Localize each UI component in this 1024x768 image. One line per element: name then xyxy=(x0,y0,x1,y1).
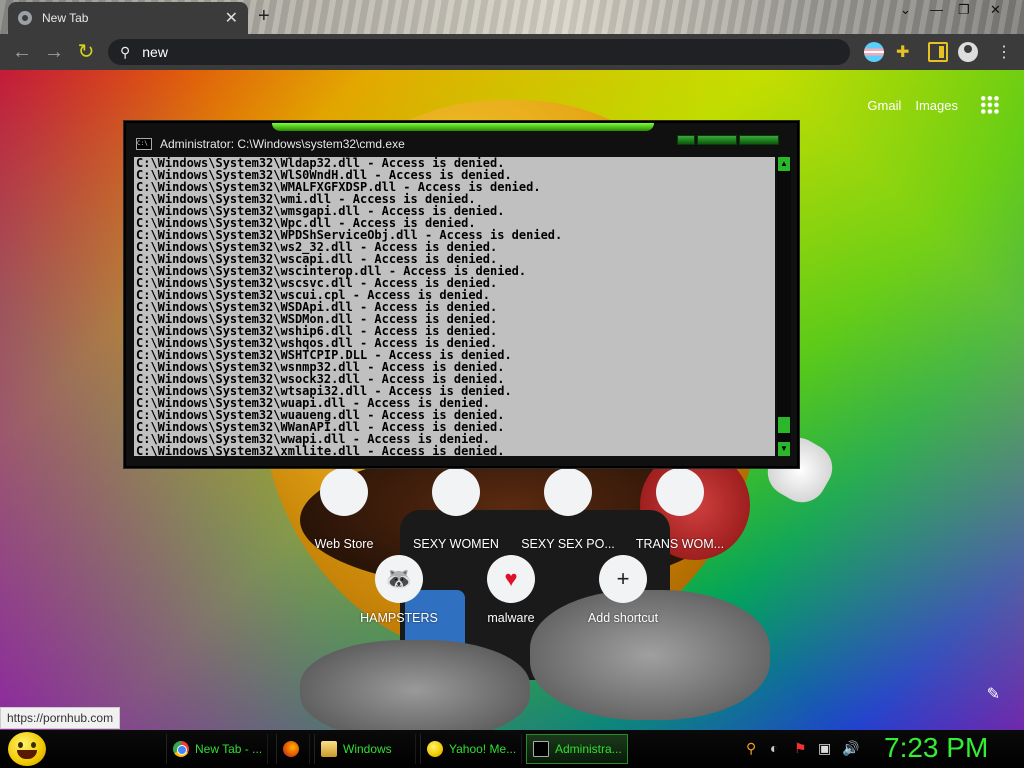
taskbar: New Tab - ... Windows Yahoo! Me... Admin… xyxy=(0,730,1024,768)
cmd-icon xyxy=(533,741,549,757)
shortcut-sexy-women[interactable]: SEXY WOMEN xyxy=(400,468,512,551)
volume-icon[interactable]: 🔊 xyxy=(842,740,859,758)
web-store-icon xyxy=(320,468,368,516)
shortcut-label: SEXY WOMEN xyxy=(413,537,499,551)
site-favicon-icon xyxy=(432,468,480,516)
reload-button[interactable]: ↻ xyxy=(70,36,102,68)
scroll-down-icon[interactable]: ▼ xyxy=(778,442,790,456)
shortcut-label: SEXY SEX PO... xyxy=(521,537,615,551)
cmd-close-button[interactable] xyxy=(739,135,779,145)
task-label: Yahoo! Me... xyxy=(449,742,517,756)
task-new-tab[interactable]: New Tab - ... xyxy=(166,734,268,764)
task-label: Windows xyxy=(343,742,392,756)
tab-close-icon[interactable]: ✕ xyxy=(225,8,238,28)
cmd-window-controls xyxy=(675,135,779,145)
shortcut-web-store[interactable]: Web Store xyxy=(288,468,400,551)
site-favicon-icon xyxy=(656,468,704,516)
apps-grid-icon[interactable] xyxy=(980,95,1000,115)
search-icon[interactable]: ⚲ xyxy=(746,740,756,758)
tab-strip: New Tab ✕ + ⌄ — ❐ ✕ xyxy=(0,0,1024,34)
close-window-button[interactable]: ✕ xyxy=(990,2,1001,20)
restore-button[interactable]: ❐ xyxy=(958,2,970,20)
cmd-icon: C:\ xyxy=(136,138,152,150)
scroll-up-icon[interactable]: ▲ xyxy=(778,157,790,171)
shortcut-label: malware xyxy=(487,611,535,625)
browser-toolbar: ← → ↻ ⚲ new ✚ ⋮ xyxy=(0,34,1024,70)
top-links: Gmail Images xyxy=(867,95,1024,115)
plus-icon: + xyxy=(599,555,647,603)
taskbar-clock[interactable]: 7:23 PM xyxy=(884,732,988,764)
cmd-scrollbar[interactable]: ▲ ▼ xyxy=(777,157,791,456)
scroll-thumb[interactable] xyxy=(778,417,790,433)
site-favicon-icon xyxy=(544,468,592,516)
search-icon: ⚲ xyxy=(120,43,131,60)
extensions-puzzle-icon[interactable]: ✚ xyxy=(896,42,916,62)
gmail-link[interactable]: Gmail xyxy=(867,98,901,113)
task-firefox[interactable] xyxy=(276,734,310,764)
shortcut-label: HAMPSTERS xyxy=(360,611,438,625)
task-cmd[interactable]: Administra... xyxy=(526,734,628,764)
cmd-titlebar[interactable]: C:\ Administrator: C:\Windows\system32\c… xyxy=(126,131,797,157)
address-bar[interactable]: ⚲ new xyxy=(108,39,850,65)
yahoo-messenger-icon xyxy=(427,741,443,757)
back-button[interactable]: ← xyxy=(6,36,38,68)
task-label: Administra... xyxy=(555,742,622,756)
images-link[interactable]: Images xyxy=(915,98,958,113)
new-tab-button[interactable]: + xyxy=(258,5,270,28)
link-status-bubble: https://pornhub.com xyxy=(0,707,121,729)
chrome-icon xyxy=(173,741,189,757)
customize-pencil-icon[interactable]: ✎ xyxy=(987,684,1000,704)
side-panel-icon[interactable] xyxy=(928,42,948,62)
shortcut-label: Web Store xyxy=(314,537,374,551)
shortcut-malware[interactable]: ♥ malware xyxy=(455,555,567,625)
network-icon[interactable]: ▣ xyxy=(818,740,831,758)
cmd-maximize-button[interactable] xyxy=(697,135,737,145)
task-yahoo-messenger[interactable]: Yahoo! Me... xyxy=(420,734,522,764)
browser-menu-icon[interactable]: ⋮ xyxy=(994,42,1014,62)
start-button-smiley-icon[interactable] xyxy=(8,732,46,766)
tab-title: New Tab xyxy=(42,11,89,25)
task-windows-folder[interactable]: Windows xyxy=(314,734,416,764)
cmd-output-lines: C:\Windows\System32\Wldap32.dll - Access… xyxy=(134,157,775,456)
messenger-icon[interactable]: ◐ xyxy=(770,740,778,758)
firefox-icon xyxy=(283,741,299,757)
shortcut-label: TRANS WOM... xyxy=(635,537,725,551)
mascot-shoe-left xyxy=(300,640,530,730)
address-bar-value: new xyxy=(142,44,168,60)
minimize-button[interactable]: — xyxy=(930,2,943,20)
folder-icon xyxy=(321,741,337,757)
chrome-favicon-icon xyxy=(18,11,32,25)
shortcut-trans-wom[interactable]: TRANS WOM... xyxy=(624,468,736,551)
shortcut-sexy-sex-po[interactable]: SEXY SEX PO... xyxy=(512,468,624,551)
cmd-window[interactable]: C:\ Administrator: C:\Windows\system32\c… xyxy=(124,121,799,468)
window-glow xyxy=(272,123,654,131)
tab-search-icon[interactable]: ⌄ xyxy=(900,2,911,20)
profile-avatar-icon[interactable] xyxy=(958,42,978,62)
cmd-output[interactable]: C:\Windows\System32\Wldap32.dll - Access… xyxy=(134,157,775,456)
tab-new-tab[interactable]: New Tab ✕ xyxy=(8,2,248,34)
shortcut-label: Add shortcut xyxy=(587,611,659,625)
extension-flag-icon[interactable] xyxy=(864,42,884,62)
forward-button[interactable]: → xyxy=(38,36,70,68)
raccoon-icon: 🦝 xyxy=(375,555,423,603)
cmd-minimize-button[interactable] xyxy=(677,135,695,145)
cmd-line: C:\Windows\System32\xmllite.dll - Access… xyxy=(136,444,505,456)
task-label: New Tab - ... xyxy=(195,742,263,756)
add-shortcut-button[interactable]: + Add shortcut xyxy=(567,555,679,625)
shortcut-hampsters[interactable]: 🦝 HAMPSTERS xyxy=(343,555,455,625)
heart-icon: ♥ xyxy=(487,555,535,603)
flag-icon[interactable]: ⚑ xyxy=(794,740,807,758)
cmd-title: Administrator: C:\Windows\system32\cmd.e… xyxy=(160,137,405,151)
